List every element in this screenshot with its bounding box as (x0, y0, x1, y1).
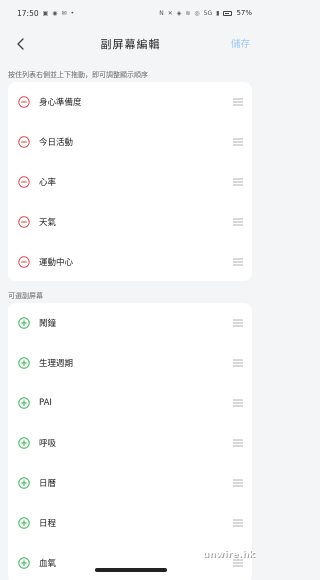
location-icon: ◈ (176, 9, 182, 17)
optional-section-title: 可選副屏幕 (8, 292, 43, 300)
status-time: 17:50 (17, 8, 39, 18)
list-item[interactable]: 日程 (8, 503, 252, 543)
signal-icon: ▮ (216, 9, 220, 17)
network-label: 5G (203, 9, 213, 17)
item-label: 生理週期 (39, 359, 74, 369)
add-icon[interactable] (18, 357, 30, 369)
drag-handle-icon[interactable] (233, 359, 243, 367)
list-item[interactable]: 天氣 (8, 202, 252, 242)
status-bar: 17:50 ▣ ◉ ✉ • N ✕ ◈ ≋ ◎ 5G ▮ 57% (0, 0, 261, 26)
item-label: 血氧 (39, 559, 57, 569)
add-icon[interactable] (18, 397, 30, 409)
chat-icon: ◉ (52, 9, 58, 17)
optional-list: 鬧鐘 生理週期 PAI 呼吸 日曆 日程 血氧 (8, 303, 252, 580)
save-button[interactable]: 儲存 (231, 36, 250, 50)
hotspot-icon: ◎ (194, 9, 200, 17)
remove-icon[interactable] (18, 96, 30, 108)
nav-bar: 副屏幕編輯 儲存 (0, 26, 261, 62)
item-label: 天氣 (39, 218, 57, 228)
dot-icon: • (70, 9, 75, 17)
item-label: PAI (39, 398, 52, 408)
add-icon[interactable] (18, 517, 30, 529)
item-label: 身心準備度 (39, 98, 82, 108)
list-item[interactable]: 身心準備度 (8, 82, 252, 122)
remove-icon[interactable] (18, 256, 30, 268)
item-label: 呼吸 (39, 439, 57, 449)
wifi-icon: ≋ (185, 9, 191, 17)
battery-icon (223, 10, 233, 16)
list-item[interactable]: 日曆 (8, 463, 252, 503)
item-label: 今日活動 (39, 138, 74, 148)
active-list: 身心準備度 今日活動 心率 天氣 運動中心 (8, 82, 252, 281)
message-icon: ▣ (42, 9, 49, 17)
list-item[interactable]: PAI (8, 383, 252, 423)
list-item[interactable]: 血氧 (8, 543, 252, 580)
list-item[interactable]: 鬧鐘 (8, 303, 252, 343)
drag-handle-icon[interactable] (233, 138, 243, 146)
status-right: N ✕ ◈ ≋ ◎ 5G ▮ 57% (159, 9, 252, 17)
drag-handle-icon[interactable] (233, 98, 243, 106)
add-icon[interactable] (18, 557, 30, 569)
item-label: 日曆 (39, 479, 57, 489)
item-label: 運動中心 (39, 258, 74, 268)
status-left: 17:50 ▣ ◉ ✉ • (17, 9, 74, 18)
drag-handle-icon[interactable] (233, 479, 243, 487)
item-label: 心率 (39, 178, 57, 188)
reorder-hint: 按住列表右側並上下拖動，即可調整顯示順序 (8, 71, 148, 79)
list-item[interactable]: 心率 (8, 162, 252, 202)
battery-percent: 57% (236, 9, 252, 17)
drag-handle-icon[interactable] (233, 258, 243, 266)
back-arrow-icon[interactable] (11, 34, 31, 54)
drag-handle-icon[interactable] (233, 439, 243, 447)
add-icon[interactable] (18, 477, 30, 489)
add-icon[interactable] (18, 317, 30, 329)
item-label: 鬧鐘 (39, 319, 57, 329)
drag-handle-icon[interactable] (233, 519, 243, 527)
drag-handle-icon[interactable] (233, 218, 243, 226)
remove-icon[interactable] (18, 136, 30, 148)
drag-handle-icon[interactable] (233, 399, 243, 407)
remove-icon[interactable] (18, 176, 30, 188)
mail-icon: ✉ (61, 9, 67, 17)
drag-handle-icon[interactable] (233, 319, 243, 327)
list-item[interactable]: 運動中心 (8, 242, 252, 282)
nfc-icon: N (159, 9, 164, 17)
list-item[interactable]: 生理週期 (8, 343, 252, 383)
home-indicator[interactable] (95, 568, 167, 572)
page-title: 副屏幕編輯 (100, 38, 161, 51)
list-item[interactable]: 呼吸 (8, 423, 252, 463)
add-icon[interactable] (18, 437, 30, 449)
drag-handle-icon[interactable] (233, 178, 243, 186)
remove-icon[interactable] (18, 216, 30, 228)
watermark: unwire.hk (202, 550, 255, 560)
mute-icon: ✕ (167, 9, 173, 17)
list-item[interactable]: 今日活動 (8, 122, 252, 162)
item-label: 日程 (39, 519, 57, 529)
